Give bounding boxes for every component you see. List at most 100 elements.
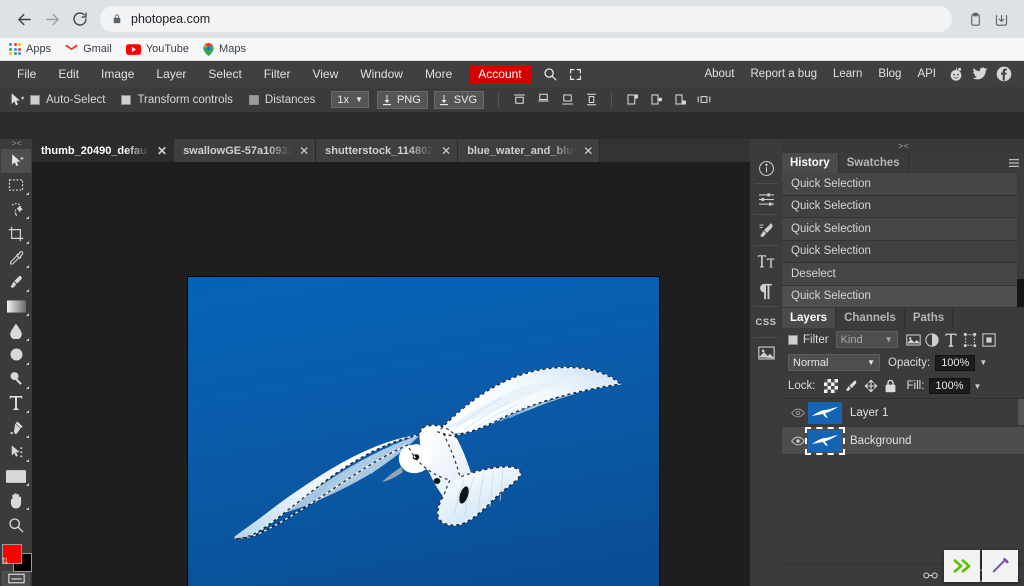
- document-tab-3[interactable]: blue_water_and_blue ✕: [458, 139, 601, 162]
- document-tab-1[interactable]: swallowGE-57a10932 ✕: [174, 139, 317, 162]
- type-tool[interactable]: [1, 391, 31, 415]
- lock-position-icon[interactable]: [861, 377, 881, 395]
- character-icon[interactable]: [751, 246, 781, 276]
- blend-mode-select[interactable]: Normal ▼: [788, 354, 880, 371]
- opacity-value[interactable]: 100%: [935, 354, 976, 371]
- address-bar[interactable]: photopea.com: [100, 6, 952, 32]
- zoom-scale-select[interactable]: 1x ▼: [331, 91, 369, 108]
- link-report-a-bug[interactable]: Report a bug: [743, 61, 826, 87]
- lock-transparency-icon[interactable]: [821, 377, 841, 395]
- layer-row-layer-1[interactable]: Layer 1: [782, 399, 1024, 427]
- tab-channels[interactable]: Channels: [836, 308, 905, 328]
- menu-layer[interactable]: Layer: [145, 61, 197, 87]
- bookmark-apps[interactable]: Apps: [9, 38, 51, 60]
- account-button[interactable]: Account: [469, 64, 531, 84]
- bookmark-youtube[interactable]: YouTube: [125, 38, 189, 60]
- lasso-tool[interactable]: [1, 197, 31, 221]
- distribute-vertical-icon[interactable]: [579, 89, 603, 111]
- filter-adjustment-icon[interactable]: [923, 331, 942, 348]
- link-learn[interactable]: Learn: [825, 61, 870, 87]
- filter-shape-icon[interactable]: [961, 331, 980, 348]
- image-canvas[interactable]: [188, 277, 659, 586]
- eyedropper-tool[interactable]: [1, 246, 31, 270]
- opacity-dropdown-icon[interactable]: ▼: [979, 358, 987, 367]
- image-icon[interactable]: [751, 338, 781, 368]
- path-select-tool[interactable]: [1, 440, 31, 464]
- back-button[interactable]: [10, 5, 38, 33]
- layer-list-scrollbar[interactable]: [1018, 399, 1024, 425]
- distribute-horizontal-icon[interactable]: [692, 89, 716, 111]
- menu-window[interactable]: Window: [349, 61, 414, 87]
- pen-tool[interactable]: [1, 415, 31, 439]
- fill-value[interactable]: 100%: [929, 378, 970, 394]
- blur-tool[interactable]: [1, 318, 31, 342]
- move-tool-icon[interactable]: [4, 88, 30, 112]
- export-svg-button[interactable]: SVG: [433, 90, 485, 109]
- hint-card-pen-stroke[interactable]: [982, 550, 1018, 582]
- facebook-icon[interactable]: [992, 61, 1016, 87]
- distances-checkbox[interactable]: Distances: [248, 94, 315, 106]
- lock-pixels-icon[interactable]: [841, 377, 861, 395]
- align-top-icon[interactable]: [507, 89, 531, 111]
- twitter-icon[interactable]: [968, 61, 992, 87]
- layer-thumbnail[interactable]: [805, 426, 845, 455]
- link-layers-icon[interactable]: [922, 568, 938, 584]
- reddit-icon[interactable]: [944, 61, 968, 87]
- scrollbar-thumb[interactable]: [1017, 279, 1024, 307]
- bookmark-maps[interactable]: Maps: [203, 38, 246, 60]
- css-icon[interactable]: CSS: [751, 307, 781, 337]
- panel-menu-icon[interactable]: [1004, 153, 1024, 173]
- brush-tool[interactable]: [1, 270, 31, 294]
- menu-image[interactable]: Image: [90, 61, 145, 87]
- history-item[interactable]: Quick Selection: [782, 195, 1024, 218]
- close-icon[interactable]: ✕: [157, 144, 167, 158]
- history-list[interactable]: Quick Selection Quick Selection Quick Se…: [782, 173, 1024, 308]
- hand-tool[interactable]: [1, 488, 31, 512]
- menu-more[interactable]: More: [414, 61, 463, 87]
- link-blog[interactable]: Blog: [870, 61, 909, 87]
- align-bottom-icon[interactable]: [555, 89, 579, 111]
- align-left-icon[interactable]: [620, 89, 644, 111]
- tab-paths[interactable]: Paths: [904, 308, 954, 328]
- auto-select-checkbox[interactable]: Auto-Select: [30, 94, 105, 106]
- info-icon[interactable]: [751, 153, 781, 183]
- shape-tool[interactable]: [1, 464, 31, 488]
- dodge-tool[interactable]: [1, 343, 31, 367]
- link-about[interactable]: About: [696, 61, 742, 87]
- menu-view[interactable]: View: [301, 61, 349, 87]
- lock-all-icon[interactable]: [881, 377, 901, 395]
- fill-dropdown-icon[interactable]: ▼: [974, 382, 982, 391]
- menu-select[interactable]: Select: [197, 61, 252, 87]
- transform-controls-checkbox[interactable]: Transform controls: [121, 94, 233, 106]
- forward-button[interactable]: [38, 5, 66, 33]
- document-tab-2[interactable]: shutterstock_114802 ✕: [316, 139, 459, 162]
- canvas-viewport[interactable]: [32, 162, 750, 586]
- menu-edit[interactable]: Edit: [47, 61, 90, 87]
- clone-stamp-tool[interactable]: [1, 367, 31, 391]
- filter-image-icon[interactable]: [904, 331, 923, 348]
- tab-history[interactable]: History: [782, 153, 839, 173]
- history-item[interactable]: Quick Selection: [782, 173, 1024, 196]
- swap-colors-icon[interactable]: ⇅: [1, 556, 9, 567]
- move-tool[interactable]: [1, 148, 31, 173]
- zoom-tool[interactable]: [1, 512, 31, 536]
- document-tab-0[interactable]: thumb_20490_default ✕: [32, 139, 175, 162]
- menu-filter[interactable]: Filter: [253, 61, 302, 87]
- tab-layers[interactable]: Layers: [782, 308, 837, 328]
- rectangular-marquee-tool[interactable]: [1, 173, 31, 197]
- tab-swatches[interactable]: Swatches: [838, 153, 909, 173]
- adjustments-icon[interactable]: [751, 184, 781, 214]
- download-icon[interactable]: [988, 6, 1014, 32]
- crop-tool[interactable]: [1, 221, 31, 245]
- reload-button[interactable]: [66, 5, 94, 33]
- quick-mask-icon[interactable]: [2, 571, 30, 586]
- close-icon[interactable]: ✕: [583, 144, 593, 158]
- align-vertical-center-icon[interactable]: [531, 89, 555, 111]
- align-horizontal-center-icon[interactable]: [644, 89, 668, 111]
- hint-card-fast-forward[interactable]: [944, 550, 980, 582]
- export-png-button[interactable]: PNG: [376, 90, 428, 109]
- history-item[interactable]: Quick Selection: [782, 218, 1024, 241]
- align-right-icon[interactable]: [668, 89, 692, 111]
- fullscreen-icon[interactable]: [563, 61, 589, 87]
- filter-smart-object-icon[interactable]: [980, 331, 999, 348]
